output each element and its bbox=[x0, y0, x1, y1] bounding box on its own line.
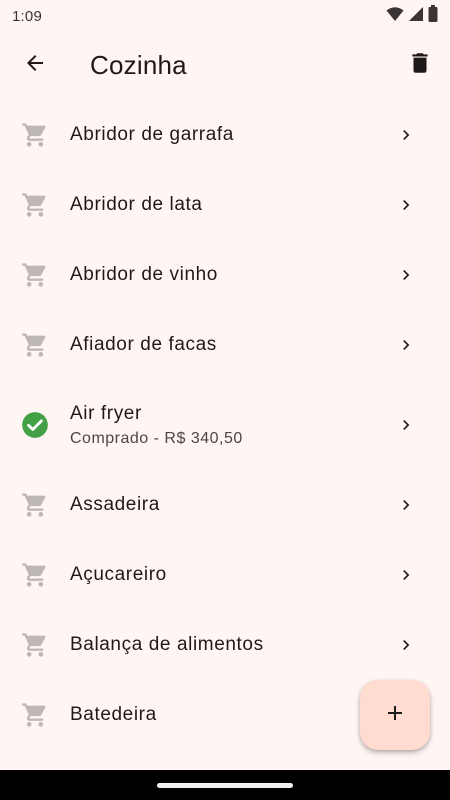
item-title: Abridor de vinho bbox=[70, 264, 218, 285]
list-item[interactable]: Air fryer Comprado - R$ 340,50 bbox=[0, 380, 450, 470]
list-item[interactable]: Abridor de vinho bbox=[0, 240, 450, 310]
cellular-signal-icon bbox=[408, 6, 424, 27]
system-navigation-bar bbox=[0, 770, 450, 800]
cart-icon bbox=[21, 561, 49, 589]
trash-icon bbox=[407, 50, 433, 81]
item-text: Açucareiro bbox=[70, 564, 167, 586]
cart-icon bbox=[21, 631, 49, 659]
status-time: 1:09 bbox=[12, 7, 42, 25]
chevron-right-icon bbox=[396, 495, 416, 515]
item-title: Air fryer bbox=[70, 402, 142, 424]
item-text: Air fryer Comprado - R$ 340,50 bbox=[70, 403, 243, 448]
item-title: Açucareiro bbox=[70, 564, 167, 585]
item-list: Abridor de garrafa Abridor de lata Abrid… bbox=[0, 100, 450, 750]
cart-icon bbox=[21, 701, 49, 729]
wifi-icon bbox=[386, 6, 404, 27]
chevron-right-icon bbox=[396, 565, 416, 585]
item-title: Abridor de lata bbox=[70, 194, 203, 215]
chevron-right-icon bbox=[396, 415, 416, 435]
home-gesture-handle[interactable] bbox=[157, 782, 293, 788]
battery-icon bbox=[428, 5, 438, 27]
page-title: Cozinha bbox=[90, 50, 187, 80]
list-item[interactable]: Açucareiro bbox=[0, 540, 450, 610]
item-subtitle: Comprado - R$ 340,50 bbox=[70, 429, 243, 447]
chevron-right-icon bbox=[396, 635, 416, 655]
status-bar: 1:09 bbox=[0, 0, 450, 32]
item-text: Abridor de garrafa bbox=[70, 124, 234, 146]
list-item[interactable]: Abridor de lata bbox=[0, 170, 450, 240]
item-title: Balança de alimentos bbox=[70, 634, 264, 655]
list-item[interactable]: Afiador de facas bbox=[0, 310, 450, 380]
plus-icon bbox=[383, 701, 407, 730]
item-text: Batedeira bbox=[70, 704, 157, 726]
item-title: Assadeira bbox=[70, 494, 160, 515]
check-circle-icon bbox=[21, 411, 49, 439]
add-item-button[interactable] bbox=[360, 680, 430, 750]
list-item[interactable]: Balança de alimentos bbox=[0, 610, 450, 680]
cart-icon bbox=[21, 261, 49, 289]
delete-list-button[interactable] bbox=[396, 41, 444, 89]
app-bar: Cozinha bbox=[0, 32, 450, 98]
item-text: Abridor de lata bbox=[70, 194, 203, 216]
arrow-back-icon bbox=[23, 51, 47, 80]
item-title: Abridor de garrafa bbox=[70, 124, 234, 145]
cart-icon bbox=[21, 191, 49, 219]
chevron-right-icon bbox=[396, 125, 416, 145]
back-button[interactable] bbox=[11, 41, 59, 89]
list-item[interactable]: Assadeira bbox=[0, 470, 450, 540]
item-text: Afiador de facas bbox=[70, 334, 217, 356]
item-text: Assadeira bbox=[70, 494, 160, 516]
cart-icon bbox=[21, 491, 49, 519]
item-text: Abridor de vinho bbox=[70, 264, 218, 286]
chevron-right-icon bbox=[396, 265, 416, 285]
list-item[interactable]: Abridor de garrafa bbox=[0, 100, 450, 170]
item-title: Batedeira bbox=[70, 704, 157, 725]
item-title: Afiador de facas bbox=[70, 334, 217, 355]
item-text: Balança de alimentos bbox=[70, 634, 264, 656]
cart-icon bbox=[21, 121, 49, 149]
chevron-right-icon bbox=[396, 335, 416, 355]
status-icons bbox=[386, 5, 438, 27]
chevron-right-icon bbox=[396, 195, 416, 215]
cart-icon bbox=[21, 331, 49, 359]
